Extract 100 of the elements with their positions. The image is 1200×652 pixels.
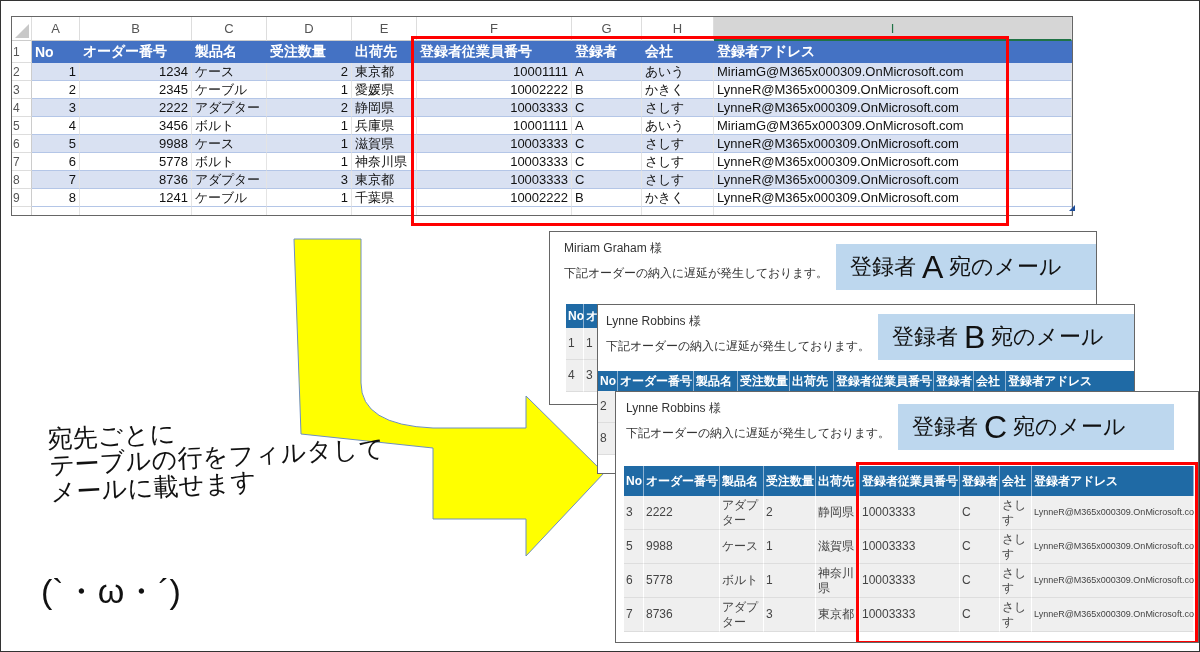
- header-cell: 登録者アドレス: [714, 41, 1072, 63]
- table-cell: 7: [624, 598, 644, 632]
- table-cell: 静岡県: [352, 99, 417, 117]
- table-cell: あいう: [642, 63, 714, 81]
- table-cell: 1: [267, 135, 352, 153]
- table-cell: 1: [584, 328, 598, 360]
- table-cell: MiriamG@M365x000309.OnMicrosoft.com: [714, 63, 1072, 81]
- message-text: 下記オーダーの納入に遅延が発生しております。: [626, 424, 890, 442]
- table-cell: さしす: [1000, 530, 1032, 564]
- table-cell: 5: [32, 135, 80, 153]
- row-header[interactable]: 5: [12, 117, 32, 135]
- header-cell: 出荷先: [790, 371, 834, 391]
- table-cell: 1: [764, 564, 816, 598]
- table-cell: 10003333: [417, 99, 572, 117]
- table-cell: C: [572, 99, 642, 117]
- table-cell: C: [960, 598, 1000, 632]
- table-cell: アダプター: [192, 99, 267, 117]
- header-cell: No: [598, 371, 618, 391]
- table-cell: 神奈川県: [816, 564, 860, 598]
- table-cell: 1241: [80, 189, 192, 207]
- header-cell: No: [624, 466, 644, 496]
- recipient-text: Lynne Robbins 様: [626, 400, 722, 417]
- table-cell: 10003333: [417, 171, 572, 189]
- table-cell: 2: [764, 496, 816, 530]
- table-cell: 静岡県: [816, 496, 860, 530]
- table-cell: 1: [566, 328, 584, 360]
- table-cell: ケース: [192, 63, 267, 81]
- header-cell: 登録者アドレス: [1032, 466, 1194, 496]
- header-cell: 会社: [642, 41, 714, 63]
- table-cell: 2: [267, 63, 352, 81]
- table-cell: B: [572, 189, 642, 207]
- header-cell: オーダー番号: [618, 371, 694, 391]
- header-cell: 登録者: [960, 466, 1000, 496]
- callout-label: 登録者 C 宛のメール: [898, 404, 1174, 450]
- header-cell: No: [566, 304, 584, 328]
- table-cell: ケーブル: [192, 189, 267, 207]
- header-cell: 出荷先: [816, 466, 860, 496]
- header-cell: 登録者従業員番号: [860, 466, 960, 496]
- header-cell: 出荷先: [352, 41, 417, 63]
- table-cell: 8736: [80, 171, 192, 189]
- table-cell: LynneR@M365x000309.OnMicrosoft.co: [1032, 564, 1194, 598]
- column-header[interactable]: I: [714, 17, 1072, 41]
- table-cell: 東京都: [352, 171, 417, 189]
- header-cell: 会社: [974, 371, 1006, 391]
- table-cell: 10003333: [860, 564, 960, 598]
- table-cell: 3: [764, 598, 816, 632]
- header-cell: 製品名: [720, 466, 764, 496]
- recipient-text: Lynne Robbins 様: [606, 313, 702, 330]
- header-cell: 受注数量: [764, 466, 816, 496]
- header-cell: 登録者: [572, 41, 642, 63]
- table-cell: ケース: [192, 135, 267, 153]
- table-cell: LynneR@M365x000309.OnMicrosoft.co: [1032, 530, 1194, 564]
- header-cell: オーダー番号: [80, 41, 192, 63]
- table-cell: 2222: [80, 99, 192, 117]
- header-cell: 会社: [1000, 466, 1032, 496]
- table-cell: 2: [598, 391, 618, 423]
- row-header[interactable]: 3: [12, 81, 32, 99]
- header-cell: 受注数量: [267, 41, 352, 63]
- table-cell: 1234: [80, 63, 192, 81]
- table-cell: LynneR@M365x000309.OnMicrosoft.com: [714, 99, 1072, 117]
- table-cell: LynneR@M365x000309.OnMicrosoft.com: [714, 135, 1072, 153]
- table-cell: かきく: [642, 189, 714, 207]
- table-cell: アダプター: [720, 496, 764, 530]
- caption-text: 宛先ごとに テーブルの行をフィルタして メールに載せます: [47, 417, 387, 505]
- table-cell: C: [960, 496, 1000, 530]
- table-cell: 滋賀県: [352, 135, 417, 153]
- table-cell: 千葉県: [352, 189, 417, 207]
- header-cell: 受注数量: [738, 371, 790, 391]
- table-cell: さしす: [642, 135, 714, 153]
- table-cell: 1: [764, 530, 816, 564]
- table-cell: 10003333: [860, 598, 960, 632]
- callout-label: 登録者 B 宛のメール: [878, 314, 1134, 360]
- table-cell: 7: [32, 171, 80, 189]
- table-cell: 10003333: [860, 530, 960, 564]
- row-header[interactable]: 7: [12, 153, 32, 171]
- table-cell: C: [960, 564, 1000, 598]
- table-cell: 10003333: [417, 135, 572, 153]
- header-cell: 登録者: [934, 371, 974, 391]
- table-cell: 2: [267, 99, 352, 117]
- table-cell: 1: [32, 63, 80, 81]
- header-cell: オーダー番号: [644, 466, 720, 496]
- table-cell: LynneR@M365x000309.OnMicrosoft.co: [1032, 598, 1194, 632]
- header-cell: 登録者従業員番号: [834, 371, 934, 391]
- table-cell: 10001111: [417, 63, 572, 81]
- resize-handle-icon[interactable]: [1069, 205, 1075, 211]
- table-cell: さしす: [642, 99, 714, 117]
- recipient-text: Miriam Graham 様: [564, 240, 663, 257]
- table-cell: 2222: [644, 496, 720, 530]
- table-cell: さしす: [642, 171, 714, 189]
- table-cell: 8736: [644, 598, 720, 632]
- table-cell: C: [572, 135, 642, 153]
- table-cell: 3: [584, 360, 598, 392]
- emoticon-text: (`・ω・´): [41, 571, 181, 612]
- table-cell: A: [572, 63, 642, 81]
- table-cell: 8: [598, 423, 618, 455]
- table-cell: 8: [32, 189, 80, 207]
- row-header[interactable]: 9: [12, 189, 32, 207]
- table-cell: さしす: [1000, 564, 1032, 598]
- table-cell: 3: [32, 99, 80, 117]
- table-cell: 5778: [644, 564, 720, 598]
